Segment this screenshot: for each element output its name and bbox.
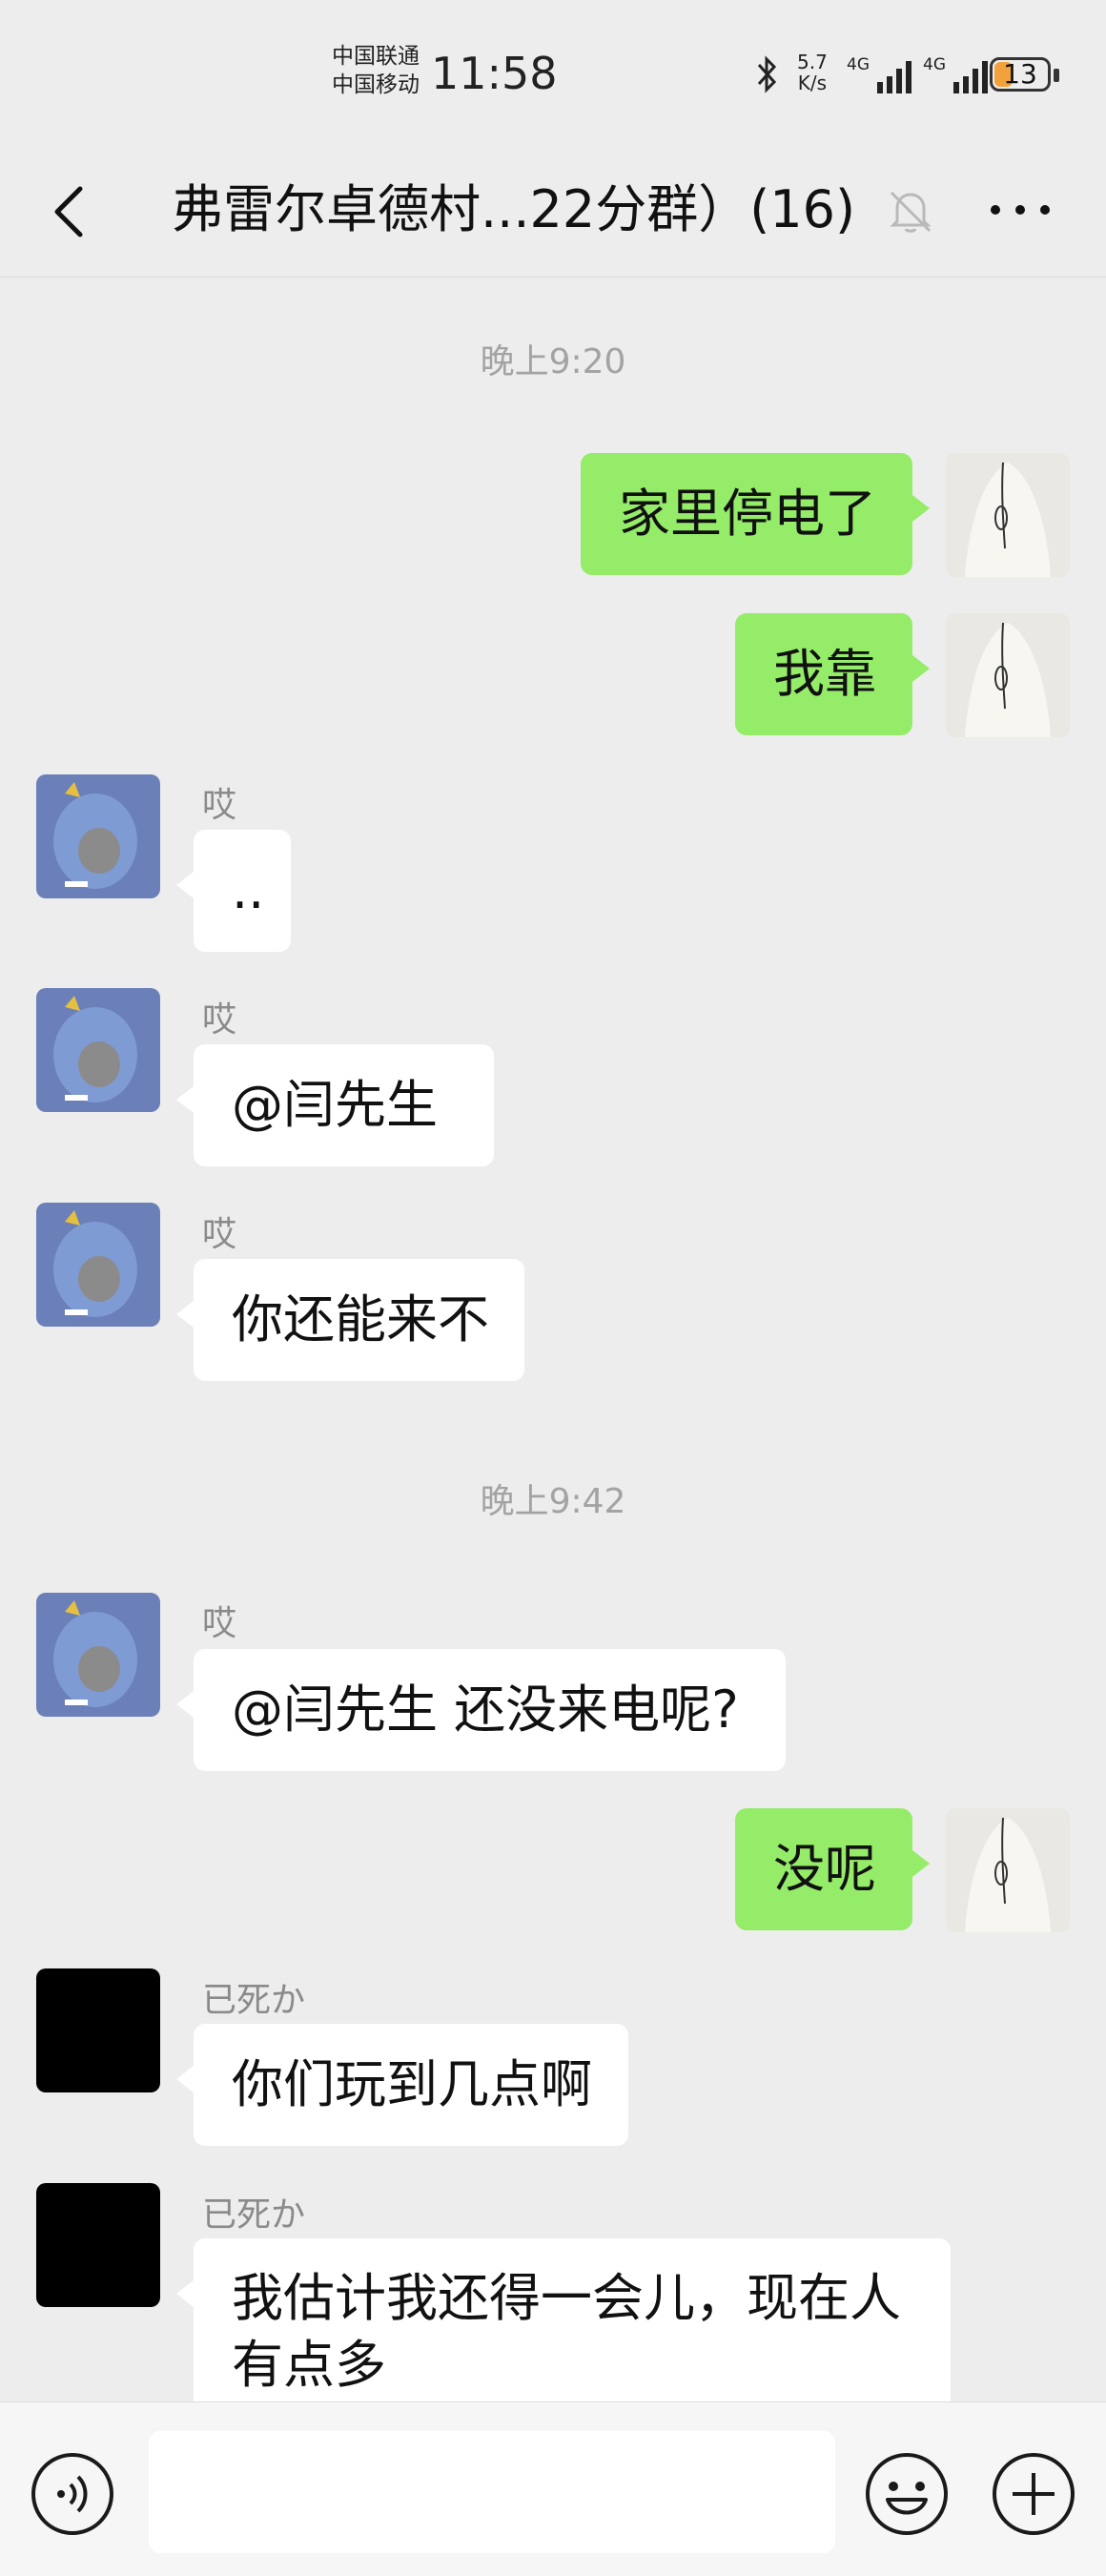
message-bubble-other[interactable]: 你们玩到几点啊	[176, 2024, 628, 2146]
more-actions-button[interactable]	[990, 2450, 1077, 2538]
voice-icon	[31, 2453, 113, 2535]
avatar-self[interactable]	[946, 453, 1070, 577]
message-line: 有点多	[232, 2335, 386, 2395]
carrier-2: 中国移动	[332, 72, 420, 97]
message-bubble-self[interactable]: 家里停电了	[581, 453, 930, 575]
carrier-1: 中国联通	[332, 44, 420, 69]
message-line: 我估计我还得一会儿，现在人	[232, 2268, 901, 2328]
message-bubble-self[interactable]: 我靠	[735, 613, 930, 735]
input-bar	[0, 2401, 1106, 2576]
chevron-left-icon	[54, 186, 83, 237]
chat-title: 弗雷尔卓德村...22分群）(16)	[172, 179, 856, 239]
emoji-button[interactable]	[863, 2450, 951, 2538]
sender-name: 哎	[202, 1215, 237, 1254]
battery-level: 13	[1003, 58, 1037, 90]
avatar-self[interactable]	[946, 1808, 1070, 1932]
avatar-other[interactable]	[36, 988, 160, 1112]
plus-circle-icon	[993, 2453, 1075, 2535]
bell-off-icon	[890, 191, 932, 233]
signal-icon: 4G	[847, 55, 913, 93]
avatar-other[interactable]	[36, 1203, 160, 1327]
avatar-other[interactable]	[36, 1968, 160, 2092]
network-type-1: 4G	[847, 55, 870, 74]
message-bubble-self[interactable]: 没呢	[735, 1808, 930, 1930]
avatar-other[interactable]	[36, 774, 160, 898]
more-button[interactable]	[982, 181, 1058, 238]
sender-name: 已死か	[202, 1981, 306, 2020]
speed-unit: K/s	[797, 72, 828, 94]
chat-header: 弗雷尔卓德村...22分群）(16)	[0, 143, 1106, 278]
avatar-other[interactable]	[36, 2183, 160, 2307]
status-clock: 11:58	[431, 48, 558, 99]
sender-name: 哎	[202, 1000, 237, 1040]
message-bubble-other[interactable]: @闫先生 还没来电呢?	[176, 1649, 786, 1771]
bluetooth-icon	[753, 55, 782, 102]
avatar-self[interactable]	[946, 613, 1070, 737]
message-bubble-other[interactable]: 你还能来不	[176, 1259, 524, 1381]
carrier-labels: 中国联通 中国移动	[332, 42, 420, 99]
message-bubble-other[interactable]: 我估计我还得一会儿，现在人 有点多	[176, 2238, 951, 2429]
more-horizontal-icon	[991, 205, 1050, 215]
sender-name: 哎	[202, 1604, 237, 1643]
sender-name: 已死か	[202, 2195, 306, 2235]
battery-icon: 13	[990, 57, 1051, 92]
speed-value: 5.7	[797, 51, 828, 73]
timestamp-divider: 晚上9:20	[480, 342, 626, 381]
message-input[interactable]	[149, 2431, 835, 2553]
emoji-icon	[866, 2453, 948, 2535]
avatar-other[interactable]	[36, 1593, 160, 1717]
network-type-2: 4G	[923, 55, 946, 74]
message-bubble-other[interactable]: ..	[176, 830, 291, 952]
voice-button[interactable]	[29, 2450, 116, 2538]
network-speed: 5.7 K/s	[797, 52, 828, 93]
status-bar: 中国联通 中国移动 11:58 5.7 K/s 4G 4G 13	[0, 0, 1106, 143]
battery-tip	[1054, 69, 1059, 82]
message-bubble-other[interactable]: @闫先生	[176, 1044, 494, 1166]
signal-icon: 4G	[923, 55, 990, 93]
back-button[interactable]	[38, 172, 95, 248]
timestamp-divider: 晚上9:42	[480, 1482, 626, 1521]
sender-name: 哎	[202, 786, 237, 825]
mute-indicator	[882, 181, 939, 238]
